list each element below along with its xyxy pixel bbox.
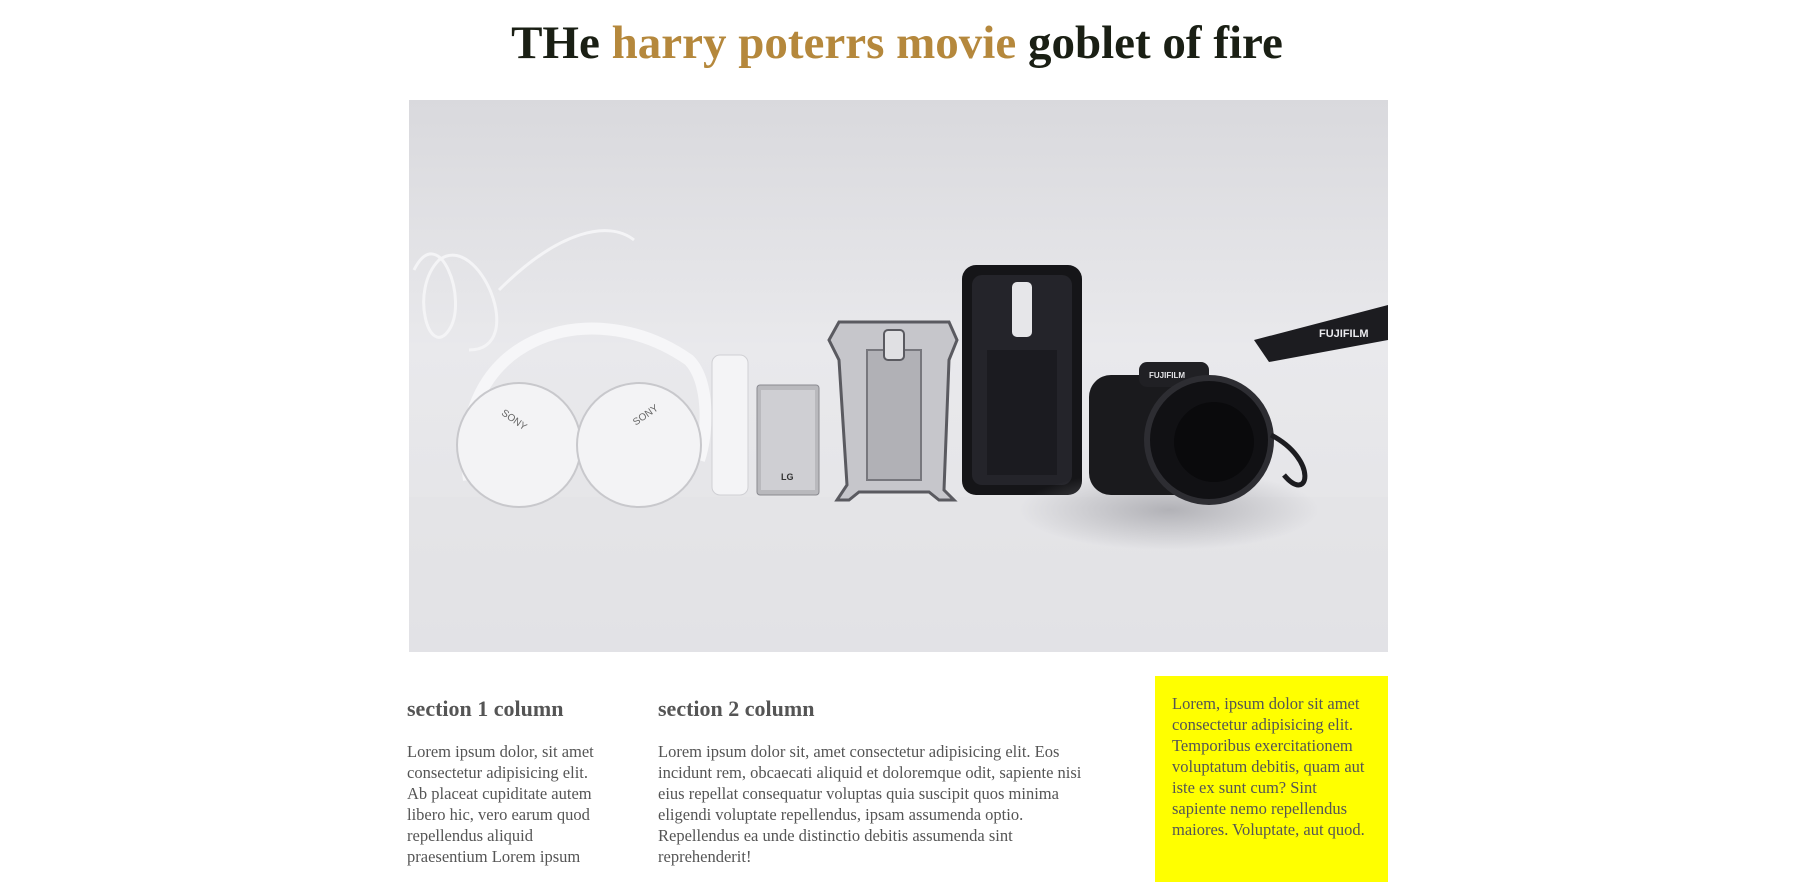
camera-brand-label: FUJIFILM	[1149, 371, 1185, 380]
title-part-3: goblet of fire	[1027, 17, 1283, 69]
headphone-right-cup	[576, 382, 702, 508]
battery-brand-label: LG	[781, 472, 794, 482]
title-part-1: THe	[511, 17, 600, 69]
title-part-2: harry poterrs movie	[611, 17, 1017, 69]
strap-brand-label: FUJIFILM	[1319, 328, 1369, 340]
section-1-heading: section 1 column	[407, 696, 564, 721]
section-2-text: Lorem ipsum dolor sit, amet consectetur …	[658, 742, 1082, 866]
power-bank	[711, 354, 749, 496]
headphone-left-cup	[456, 382, 582, 508]
section-1-column: section 1 column Lorem ipsum dolor, sit …	[407, 695, 607, 866]
page-title: THe harry poterrs movie goblet of fire	[0, 10, 1794, 76]
section-3-highlight-box: Lorem, ipsum dolor sit amet consectetur …	[1155, 676, 1388, 882]
section-1-text: Lorem ipsum dolor, sit amet consectetur …	[407, 742, 594, 866]
hero-image: SONY SONY LG FUJIFILM FUJIFILM	[409, 100, 1388, 652]
page: THe harry poterrs movie goblet of fire S…	[0, 0, 1794, 882]
section-3-text: Lorem, ipsum dolor sit amet consectetur …	[1172, 694, 1365, 839]
hero-photo-illustration: SONY SONY LG FUJIFILM FUJIFILM	[409, 100, 1388, 652]
section-2-heading: section 2 column	[658, 696, 815, 721]
section-2-column: section 2 column Lorem ipsum dolor sit, …	[658, 695, 1104, 866]
